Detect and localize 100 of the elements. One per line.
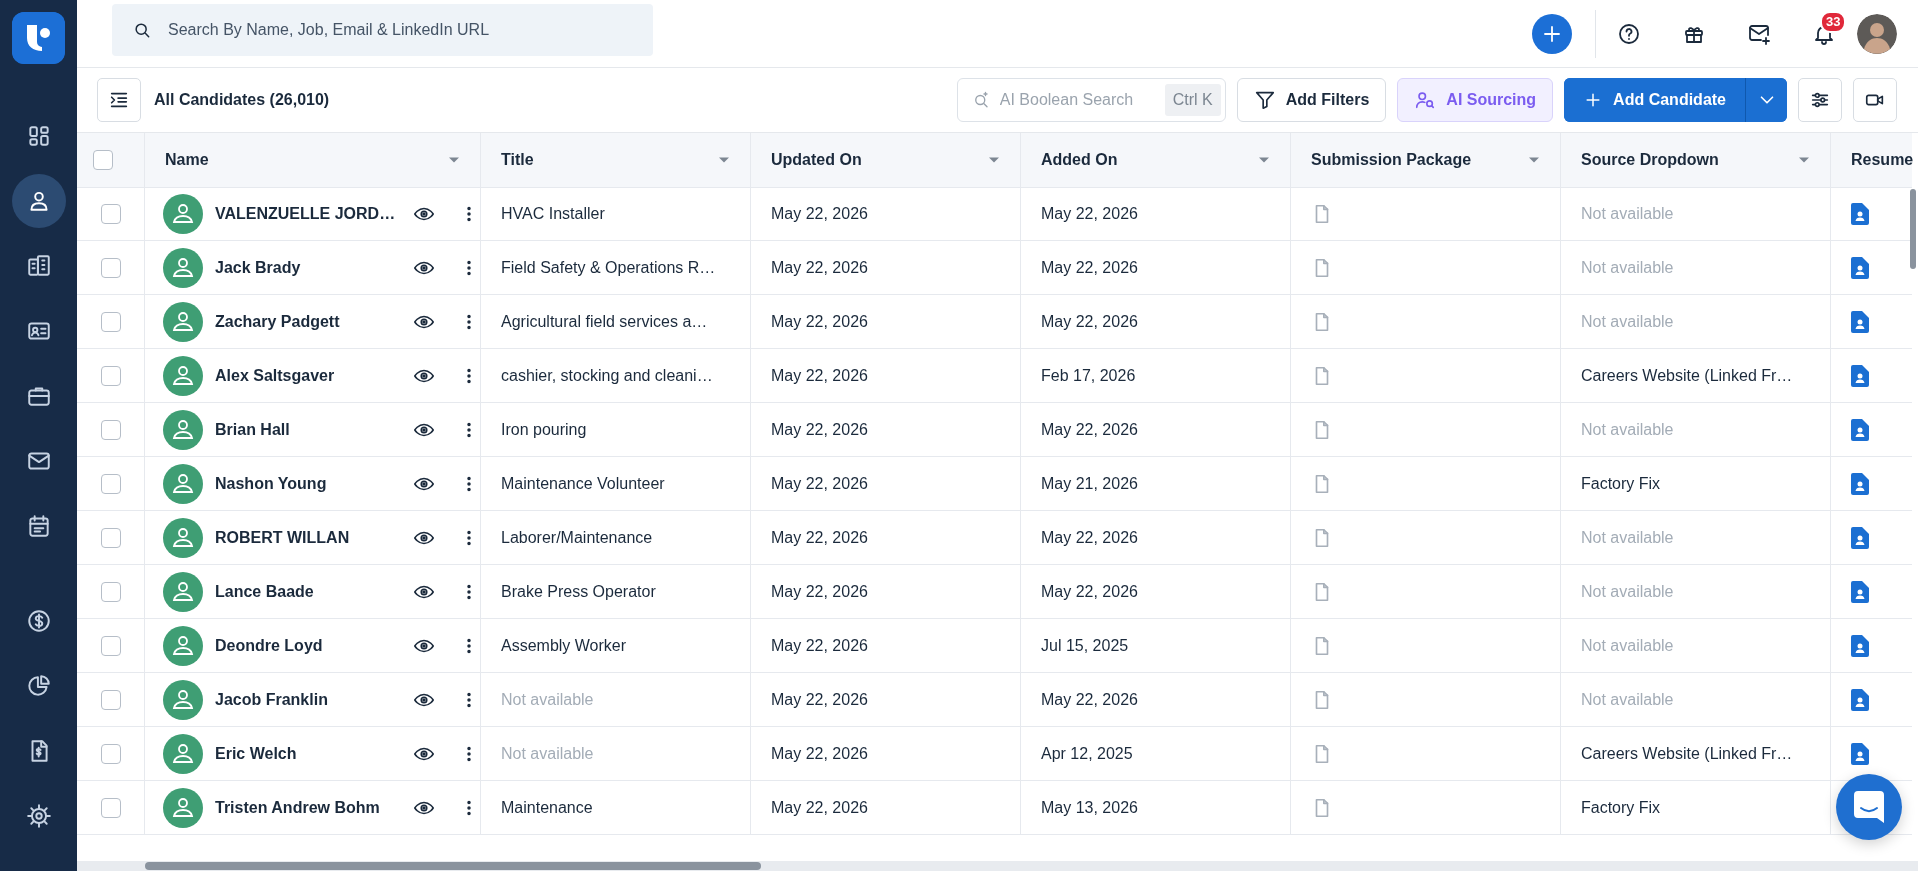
column-header[interactable]: Resume	[1831, 133, 1912, 188]
table-cell: Iron pouring	[501, 420, 587, 439]
candidate-name[interactable]: Lance Baade	[215, 582, 401, 601]
table-cell: Not available	[1581, 636, 1674, 655]
resume-icon[interactable]	[1851, 688, 1869, 711]
app-logo[interactable]	[12, 12, 65, 64]
column-header[interactable]: Added On	[1021, 133, 1291, 188]
resume-icon[interactable]	[1851, 364, 1869, 387]
candidate-name[interactable]: Tristen Andrew Bohm	[215, 798, 401, 817]
select-all-checkbox[interactable]	[92, 150, 113, 170]
candidate-name[interactable]: Nashon Young	[215, 474, 401, 493]
table-cell: May 13, 2026	[1041, 798, 1138, 817]
resume-icon[interactable]	[1851, 310, 1869, 333]
row-checkbox[interactable]	[100, 797, 121, 818]
row-checkbox[interactable]	[100, 419, 121, 440]
table-cell: May 22, 2026	[771, 636, 868, 655]
resume-icon[interactable]	[1851, 256, 1869, 279]
resume-icon[interactable]	[1851, 526, 1869, 549]
scrollbar-thumb[interactable]	[145, 862, 761, 870]
candidate-name[interactable]: Deondre Loyd	[215, 636, 401, 655]
table-cell: Not available	[1581, 582, 1674, 601]
ai-search-input[interactable]: AI Boolean Search	[997, 90, 1157, 110]
table-cell: May 22, 2026	[1041, 690, 1138, 709]
table-cell: May 22, 2026	[1041, 582, 1138, 601]
candidate-avatar	[163, 409, 203, 450]
candidate-avatar	[163, 571, 203, 612]
resume-icon[interactable]	[1851, 580, 1869, 603]
table-cell: cashier, stocking and cleani…	[501, 366, 713, 385]
candidate-name[interactable]: Alex Saltsgaver	[215, 366, 401, 385]
resume-icon[interactable]	[1851, 418, 1869, 441]
table-cell: Not available	[1581, 690, 1674, 709]
row-checkbox[interactable]	[100, 473, 121, 494]
row-checkbox[interactable]	[100, 365, 121, 386]
user-search-icon	[1414, 89, 1437, 111]
candidate-avatar	[163, 625, 203, 666]
search-input[interactable]: Search By Name, Job, Email & LinkedIn URL	[166, 19, 653, 40]
row-checkbox[interactable]	[100, 743, 121, 764]
row-checkbox[interactable]	[100, 527, 121, 548]
notification-badge: 33	[1820, 10, 1847, 33]
candidate-name[interactable]: Jack Brady	[215, 258, 401, 277]
table-cell: Factory Fix	[1581, 798, 1661, 817]
column-settings-button[interactable]	[1798, 78, 1842, 122]
table-cell: May 22, 2026	[1041, 420, 1138, 439]
resume-icon[interactable]	[1851, 742, 1869, 765]
table-cell: Maintenance	[501, 798, 593, 817]
candidate-avatar	[163, 679, 203, 720]
table-cell: Factory Fix	[1581, 474, 1661, 493]
row-checkbox[interactable]	[100, 203, 121, 224]
dropdown-button[interactable]	[1745, 78, 1787, 122]
column-header[interactable]: Name	[145, 133, 481, 188]
table-cell: May 22, 2026	[1041, 258, 1138, 277]
candidate-name[interactable]: Brian Hall	[215, 420, 401, 439]
table-cell: May 22, 2026	[1041, 204, 1138, 223]
filter-button[interactable]: Add Filters	[1236, 78, 1387, 122]
search-field[interactable]: Search By Name, Job, Email & LinkedIn URL	[112, 3, 653, 56]
table-cell: Maintenance Volunteer	[501, 474, 665, 493]
row-checkbox[interactable]	[100, 581, 121, 602]
help-icon	[1617, 21, 1641, 46]
help-button[interactable]	[1617, 21, 1641, 46]
table-cell: Not available	[1581, 258, 1674, 277]
video-button[interactable]	[1853, 78, 1897, 122]
resume-icon[interactable]	[1851, 472, 1869, 495]
resume-icon[interactable]	[1851, 202, 1869, 225]
row-checkbox[interactable]	[100, 635, 121, 656]
collapse-panel-button[interactable]	[97, 78, 141, 122]
resume-icon[interactable]	[1851, 634, 1869, 657]
table-cell: May 21, 2026	[1041, 474, 1138, 493]
table-cell: Not available	[1581, 528, 1674, 547]
table-cell: Brake Press Operator	[501, 582, 656, 601]
add-button[interactable]	[1532, 13, 1572, 54]
candidate-name[interactable]: VALENZUELLE JORD…	[215, 204, 401, 223]
candidate-avatar	[163, 787, 203, 828]
notifications-button[interactable]: 33	[1812, 9, 1848, 46]
candidate-name[interactable]: Jacob Franklin	[215, 690, 401, 709]
table-cell: May 22, 2026	[1041, 312, 1138, 331]
candidate-name[interactable]: Eric Welch	[215, 744, 401, 763]
horizontal-scrollbar[interactable]	[77, 861, 1918, 871]
sidebar-item[interactable]	[11, 174, 66, 228]
scrollbar-thumb[interactable]	[1910, 189, 1916, 269]
candidate-avatar	[163, 733, 203, 774]
table-cell: Jul 15, 2025	[1041, 636, 1129, 655]
row-checkbox[interactable]	[100, 689, 121, 710]
candidate-avatar	[163, 193, 203, 234]
table-cell: May 22, 2026	[771, 582, 868, 601]
ai-sourcing-button[interactable]: AI Sourcing	[1397, 78, 1554, 122]
candidate-avatar	[163, 355, 203, 396]
candidate-avatar	[163, 517, 203, 558]
column-header[interactable]: Title	[481, 133, 751, 188]
row-checkbox[interactable]	[100, 311, 121, 332]
table-cell: May 22, 2026	[771, 744, 868, 763]
candidate-name[interactable]: ROBERT WILLAN	[215, 528, 401, 547]
chat-icon	[1854, 791, 1884, 823]
column-header[interactable]: Updated On	[751, 133, 1021, 188]
table-cell: May 22, 2026	[771, 474, 868, 493]
column-header[interactable]: Submission Package	[1291, 133, 1561, 188]
user-avatar[interactable]	[1857, 13, 1897, 54]
row-checkbox[interactable]	[100, 257, 121, 278]
chat-button[interactable]	[1836, 774, 1902, 840]
column-header[interactable]: Source Dropdown	[1561, 133, 1831, 188]
candidate-name[interactable]: Zachary Padgett	[215, 312, 401, 331]
